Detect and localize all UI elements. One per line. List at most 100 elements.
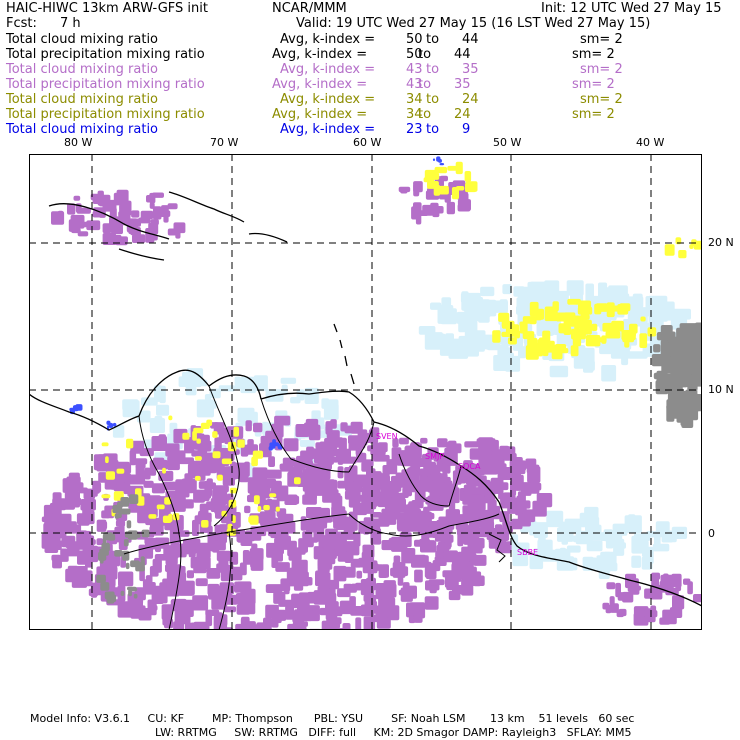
blue-cloud-core [432, 158, 436, 161]
legend-k-start: 34 [406, 92, 423, 107]
deep-cloud-patch [247, 439, 254, 447]
upper-cloud-patch [101, 542, 110, 547]
mid-cloud-patch [253, 495, 260, 505]
high-cloud-patch [457, 344, 466, 356]
mid-cloud-patch [249, 515, 259, 525]
deep-cloud-patch [152, 558, 162, 573]
deep-cloud-patch [259, 511, 276, 526]
deep-cloud-patch [377, 497, 393, 508]
upper-cloud-patch [123, 539, 129, 547]
legend-avg: Avg, k-index = [280, 62, 376, 77]
model-title: HAIC-HIWC 13km ARW-GFS init [6, 1, 208, 16]
deep-cloud-patch [283, 438, 299, 452]
upper-cloud-patch [126, 520, 132, 529]
deep-cloud-patch [209, 540, 220, 552]
mid-cloud-patch [527, 337, 538, 348]
mid-cloud-patch [162, 467, 166, 474]
deep-cloud-patch [195, 578, 208, 587]
deep-cloud-patch [363, 616, 376, 630]
blue-cloud-core [439, 163, 445, 166]
mid-cloud-patch [294, 477, 301, 485]
mid-cloud-patch [544, 306, 558, 322]
mid-cloud-patch [606, 302, 615, 318]
high-cloud-patch [516, 305, 527, 315]
upper-cloud-patch [676, 327, 692, 346]
deep-cloud-patch [423, 461, 436, 471]
mid-cloud-patch [194, 456, 202, 461]
deep-cloud-patch [337, 466, 344, 479]
deep-cloud-patch [313, 424, 321, 437]
high-cloud-patch [441, 297, 452, 307]
legend-name: Total cloud mixing ratio [6, 32, 159, 47]
deep-cloud-patch [118, 211, 131, 226]
high-cloud-patch [596, 555, 612, 572]
upper-cloud-patch [679, 405, 687, 420]
deep-cloud-patch [630, 578, 639, 589]
deep-cloud-patch [82, 221, 89, 228]
mid-cloud-patch [101, 442, 109, 447]
deep-cloud-patch [674, 609, 681, 618]
mid-cloud-patch [640, 316, 646, 322]
mid-cloud-patch [464, 171, 472, 182]
deep-cloud-patch [393, 512, 408, 520]
deep-cloud-patch [263, 617, 272, 630]
mid-cloud-patch [438, 185, 449, 195]
mid-cloud-patch [519, 321, 528, 334]
deep-cloud-patch [300, 516, 307, 531]
legend-to: to [418, 107, 432, 122]
deep-cloud-patch [240, 536, 253, 546]
deep-cloud-patch [693, 594, 702, 603]
deep-cloud-patch [517, 513, 531, 527]
deep-cloud-patch [337, 453, 344, 465]
deep-cloud-patch [292, 567, 305, 573]
deep-cloud-patch [356, 570, 363, 579]
deep-cloud-patch [329, 580, 340, 590]
deep-cloud-patch [432, 479, 445, 488]
legend-sm: sm= 2 [580, 32, 623, 47]
deep-cloud-patch [133, 458, 148, 465]
deep-cloud-patch [41, 533, 55, 549]
legend-to: to [426, 62, 440, 77]
high-cloud-patch [280, 377, 297, 384]
mid-cloud-patch [252, 450, 263, 459]
deep-cloud-patch [150, 219, 159, 226]
mid-cloud-patch [492, 330, 501, 343]
deep-cloud-patch [317, 559, 328, 567]
deep-cloud-patch [216, 498, 226, 507]
deep-cloud-patch [97, 190, 104, 206]
deep-cloud-patch [410, 442, 421, 455]
valid-time: Valid: 19 UTC Wed 27 May 15 (16 LST Wed … [296, 16, 651, 31]
deep-cloud-patch [391, 489, 399, 501]
lon-label-50w: 50 W [493, 136, 522, 149]
deep-cloud-patch [163, 214, 169, 223]
lat-label-10n: 10 N [708, 383, 734, 396]
mid-cloud-patch [182, 432, 190, 440]
deep-cloud-patch [253, 422, 263, 433]
mid-cloud-patch [206, 419, 213, 426]
mid-cloud-patch [529, 301, 539, 317]
high-cloud-patch [430, 302, 442, 310]
mid-cloud-patch [423, 177, 435, 183]
lon-label-80w: 80 W [64, 136, 93, 149]
deep-cloud-patch [170, 549, 187, 558]
deep-cloud-patch [284, 582, 290, 595]
deep-cloud-patch [198, 510, 209, 519]
upper-cloud-patch [653, 372, 669, 380]
upper-cloud-patch [121, 508, 131, 515]
deep-cloud-patch [462, 575, 473, 584]
mid-cloud-patch [455, 161, 463, 175]
deep-cloud-patch [44, 507, 56, 514]
lon-label-70w: 70 W [210, 136, 239, 149]
deep-cloud-patch [366, 577, 376, 591]
deep-cloud-patch [68, 219, 75, 232]
mid-cloud-patch [602, 322, 614, 332]
deep-cloud-patch [80, 499, 96, 511]
upper-cloud-patch [126, 586, 137, 591]
deep-cloud-patch [76, 566, 88, 581]
deep-cloud-patch [390, 475, 401, 490]
deep-cloud-patch [265, 584, 283, 593]
mid-cloud-patch [116, 468, 125, 474]
mid-cloud-patch [693, 240, 702, 250]
station-sven: SVEN [376, 432, 398, 441]
deep-cloud-patch [149, 526, 160, 534]
